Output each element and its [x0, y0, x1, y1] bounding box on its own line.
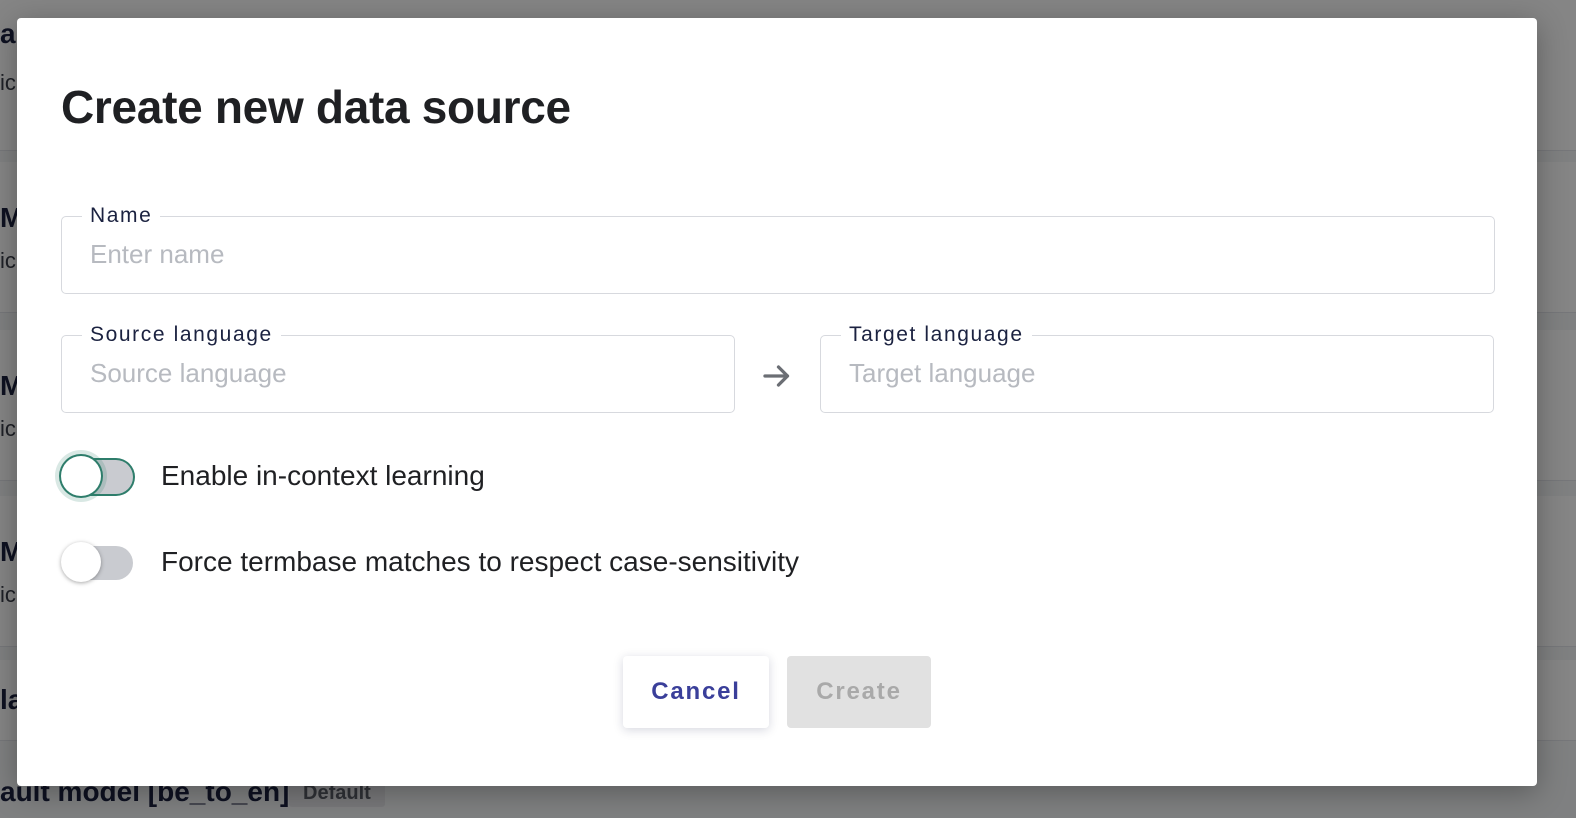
create-data-source-dialog: Create new data source Name Source langu… [17, 18, 1537, 786]
source-language-input[interactable] [90, 356, 706, 390]
name-field[interactable]: Name [61, 203, 1495, 294]
name-field-label: Name [82, 203, 161, 229]
name-input[interactable] [90, 237, 1466, 271]
toggle-knob [61, 456, 101, 496]
in-context-learning-toggle[interactable] [61, 456, 133, 496]
target-language-input[interactable] [849, 356, 1465, 390]
in-context-learning-label: Enable in-context learning [161, 460, 485, 491]
create-button[interactable]: Create [787, 656, 931, 728]
target-language-label: Target language [841, 322, 1032, 348]
arrow-right-icon [763, 365, 790, 387]
case-sensitivity-row: Force termbase matches to respect case-s… [61, 540, 799, 584]
target-language-field[interactable]: Target language [820, 322, 1494, 413]
cancel-button[interactable]: Cancel [623, 656, 769, 728]
dialog-title: Create new data source [61, 81, 571, 133]
toggle-knob [61, 542, 101, 582]
case-sensitivity-toggle[interactable] [61, 542, 133, 582]
case-sensitivity-label: Force termbase matches to respect case-s… [161, 546, 800, 577]
in-context-learning-row: Enable in-context learning [61, 454, 485, 498]
source-language-label: Source language [82, 322, 281, 348]
source-language-field[interactable]: Source language [61, 322, 735, 413]
